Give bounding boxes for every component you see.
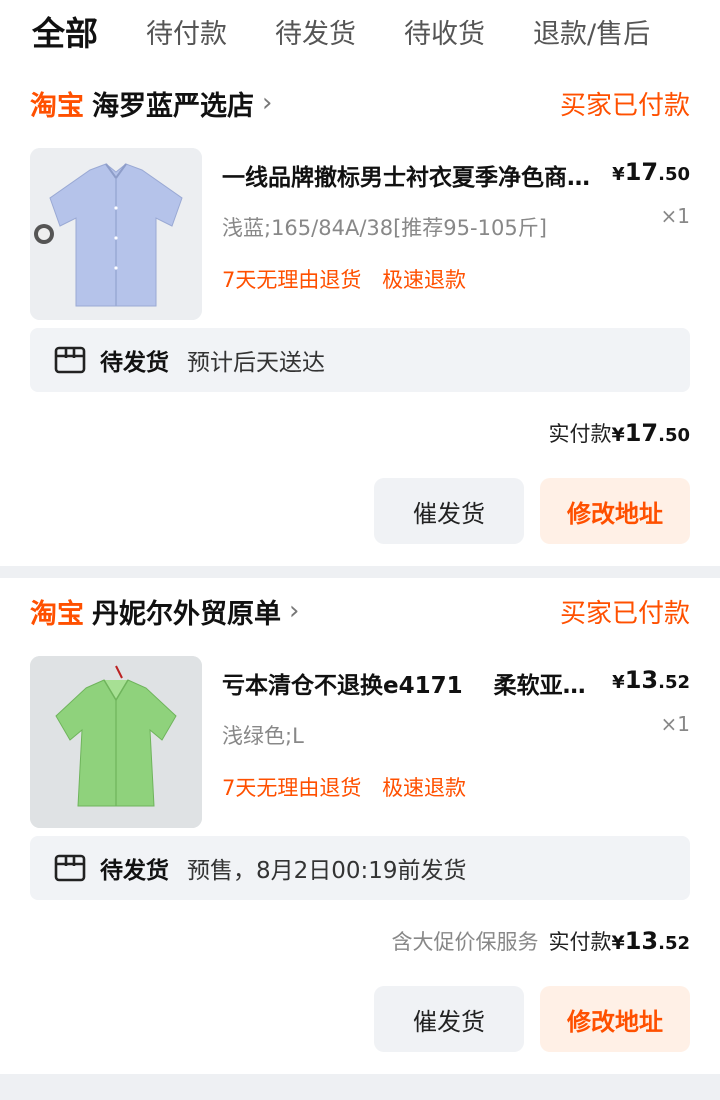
blue-shirt-image	[30, 148, 202, 320]
total-decimal: .52	[658, 933, 690, 954]
tab-refund-aftersale[interactable]: 退款/售后	[533, 12, 650, 51]
order-item[interactable]: 亏本清仓不退换e4171 柔软亚… 浅绿色;L 7天无理由退货 极速退款 ¥13…	[30, 640, 690, 828]
urge-shipment-button[interactable]: 催发货	[374, 478, 524, 544]
product-sku: 浅蓝;165/84A/38[推荐95-105斤]	[222, 216, 547, 240]
item-quantity: ×1	[660, 204, 690, 228]
tag-fast-refund: 极速退款	[382, 268, 467, 292]
total-decimal: .50	[658, 425, 690, 446]
change-address-button[interactable]: 修改地址	[540, 478, 690, 544]
shipping-eta: 预售，8月2日00:19前发货	[187, 858, 467, 884]
total-amount: ¥13.52	[611, 927, 690, 955]
shipping-eta: 预计后天送达	[187, 350, 325, 376]
tag-return-policy: 7天无理由退货	[222, 776, 362, 800]
product-image[interactable]	[30, 656, 202, 828]
order-card: 淘宝 海罗蓝严选店 › 买家已付款 一线品牌撤标男士衬衣夏季净色商… 浅蓝;16…	[0, 70, 720, 566]
taobao-logo: 淘宝	[30, 90, 84, 122]
total-currency: ¥	[611, 424, 625, 446]
order-status: 买家已付款	[559, 90, 690, 121]
service-tags: 7天无理由退货 极速退款	[222, 264, 622, 294]
price-integer: 13	[624, 666, 659, 694]
total-label: 实付款	[548, 930, 612, 954]
price-decimal: .52	[658, 672, 690, 693]
item-quantity: ×1	[660, 712, 690, 736]
shop-header[interactable]: 淘宝 海罗蓝严选店 › 买家已付款	[30, 70, 690, 132]
order-total: 含大促价保服务 实付款 ¥13.52	[30, 926, 690, 956]
tab-all[interactable]: 全部	[32, 7, 98, 55]
price-column: ¥17.50 ×1	[612, 158, 690, 228]
tag-return-policy: 7天无理由退货	[222, 268, 362, 292]
product-sku: 浅绿色;L	[222, 724, 304, 748]
price-currency: ¥	[612, 672, 625, 693]
order-card: 淘宝 丹妮尔外贸原单 › 买家已付款 亏本清仓不退换e4171 柔软亚… 浅绿色…	[0, 578, 720, 1074]
item-info: 一线品牌撤标男士衬衣夏季净色商… 浅蓝;165/84A/38[推荐95-105斤…	[222, 148, 622, 320]
shop-info: 淘宝 丹妮尔外贸原单 ›	[30, 592, 299, 631]
order-status: 买家已付款	[559, 598, 690, 629]
shipping-status-bar[interactable]: 待发货 预计后天送达	[30, 328, 690, 392]
tab-pending-payment[interactable]: 待付款	[146, 12, 227, 51]
green-blouse-image	[30, 656, 202, 828]
order-actions: 催发货 修改地址	[30, 986, 690, 1074]
price-currency: ¥	[612, 164, 625, 185]
product-image[interactable]	[30, 148, 202, 320]
order-item[interactable]: 一线品牌撤标男士衬衣夏季净色商… 浅蓝;165/84A/38[推荐95-105斤…	[30, 132, 690, 320]
order-tabs: 全部 待付款 待发货 待收货 退款/售后	[0, 0, 720, 62]
item-info: 亏本清仓不退换e4171 柔软亚… 浅绿色;L 7天无理由退货 极速退款	[222, 656, 622, 828]
total-currency: ¥	[611, 932, 625, 954]
item-price: ¥13.52	[612, 666, 690, 694]
tabs-spacer	[0, 62, 720, 70]
change-address-button[interactable]: 修改地址	[540, 986, 690, 1052]
shop-header[interactable]: 淘宝 丹妮尔外贸原单 › 买家已付款	[30, 578, 690, 640]
shipping-status-bar[interactable]: 待发货 预售，8月2日00:19前发货	[30, 836, 690, 900]
order-actions: 催发货 修改地址	[30, 478, 690, 566]
price-protection-service[interactable]: 含大促价保服务	[391, 926, 538, 956]
product-title[interactable]: 一线品牌撤标男士衬衣夏季净色商…	[222, 158, 622, 192]
chevron-right-icon: ›	[289, 596, 300, 626]
taobao-logo: 淘宝	[30, 598, 84, 630]
order-total: 实付款 ¥17.50	[30, 418, 690, 448]
total-label: 实付款	[548, 422, 612, 446]
shop-name[interactable]: 丹妮尔外贸原单	[92, 592, 281, 631]
total-amount: ¥17.50	[611, 419, 690, 447]
package-icon	[54, 854, 86, 882]
shipping-label: 待发货	[100, 350, 169, 376]
shipping-label: 待发货	[100, 858, 169, 884]
shop-name[interactable]: 海罗蓝严选店	[92, 84, 254, 123]
price-decimal: .50	[658, 164, 690, 185]
tab-pending-shipment[interactable]: 待发货	[275, 12, 356, 51]
item-price: ¥17.50	[612, 158, 690, 186]
shop-info: 淘宝 海罗蓝严选店 ›	[30, 84, 272, 123]
tag-fast-refund: 极速退款	[382, 776, 467, 800]
product-title[interactable]: 亏本清仓不退换e4171 柔软亚…	[222, 666, 622, 700]
tab-pending-receipt[interactable]: 待收货	[404, 12, 485, 51]
package-icon	[54, 346, 86, 374]
service-tags: 7天无理由退货 极速退款	[222, 772, 622, 802]
price-column: ¥13.52 ×1	[612, 666, 690, 736]
total-integer: 13	[624, 927, 659, 955]
total-integer: 17	[624, 419, 659, 447]
price-integer: 17	[624, 158, 659, 186]
chevron-right-icon: ›	[262, 88, 273, 118]
urge-shipment-button[interactable]: 催发货	[374, 986, 524, 1052]
